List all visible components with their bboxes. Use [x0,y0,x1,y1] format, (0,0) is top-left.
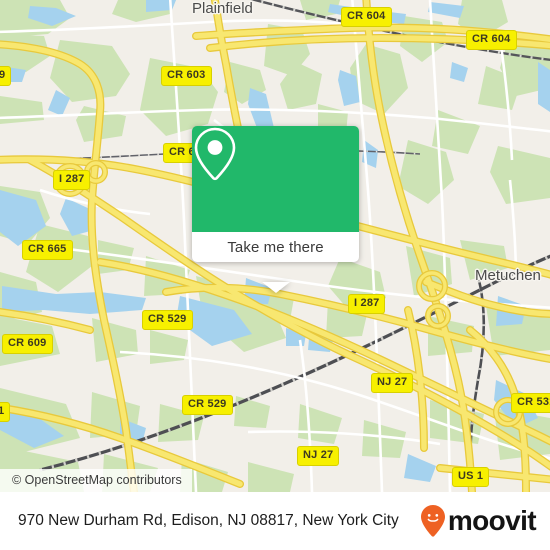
shield-cr-531[interactable]: CR 531 [511,393,550,413]
moovit-logo[interactable]: moovit [420,504,537,538]
shield-cr-604-west[interactable]: CR 604 [341,7,392,27]
shield-cr-604-east[interactable]: CR 604 [466,30,517,50]
shield-i-287-east[interactable]: I 287 [348,294,386,314]
callout-action-bar[interactable]: Take me there [192,232,359,262]
map-canvas[interactable]: Plainfield Metuchen 9 CR 603 CR 604 CR 6… [0,0,550,492]
moovit-map-screenshot: Plainfield Metuchen 9 CR 603 CR 604 CR 6… [0,0,550,550]
shield-us-1[interactable]: US 1 [452,467,490,487]
shield-route-1-partial[interactable]: 1 [0,402,11,422]
shield-i-287-west[interactable]: I 287 [53,170,91,190]
callout-label: Take me there [227,238,324,256]
place-label-plainfield: Plainfield [192,0,253,17]
address-text: 970 New Durham Rd, Edison, NJ 08817, New… [18,512,399,530]
footer-bar: 970 New Durham Rd, Edison, NJ 08817, New… [0,492,550,550]
shield-cr-665[interactable]: CR 665 [22,240,73,260]
moovit-wordmark: moovit [447,505,537,536]
take-me-there-callout[interactable]: Take me there [192,126,359,293]
shield-nj-27-south[interactable]: NJ 27 [297,446,340,466]
shield-cr-609[interactable]: CR 609 [2,334,53,354]
callout-pin-area [192,126,359,232]
moovit-pin-icon [420,505,445,537]
shield-cr-529-south[interactable]: CR 529 [182,395,233,415]
shield-nj-27-north[interactable]: NJ 27 [371,373,414,393]
shield-cr-529-north[interactable]: CR 529 [142,310,193,330]
place-label-metuchen: Metuchen [475,267,541,284]
osm-attribution[interactable]: © OpenStreetMap contributors [0,469,192,492]
shield-cr-603[interactable]: CR 603 [161,66,212,86]
shield-route-9[interactable]: 9 [0,66,12,86]
callout-tail [261,282,290,293]
map-pin-icon [194,127,236,181]
